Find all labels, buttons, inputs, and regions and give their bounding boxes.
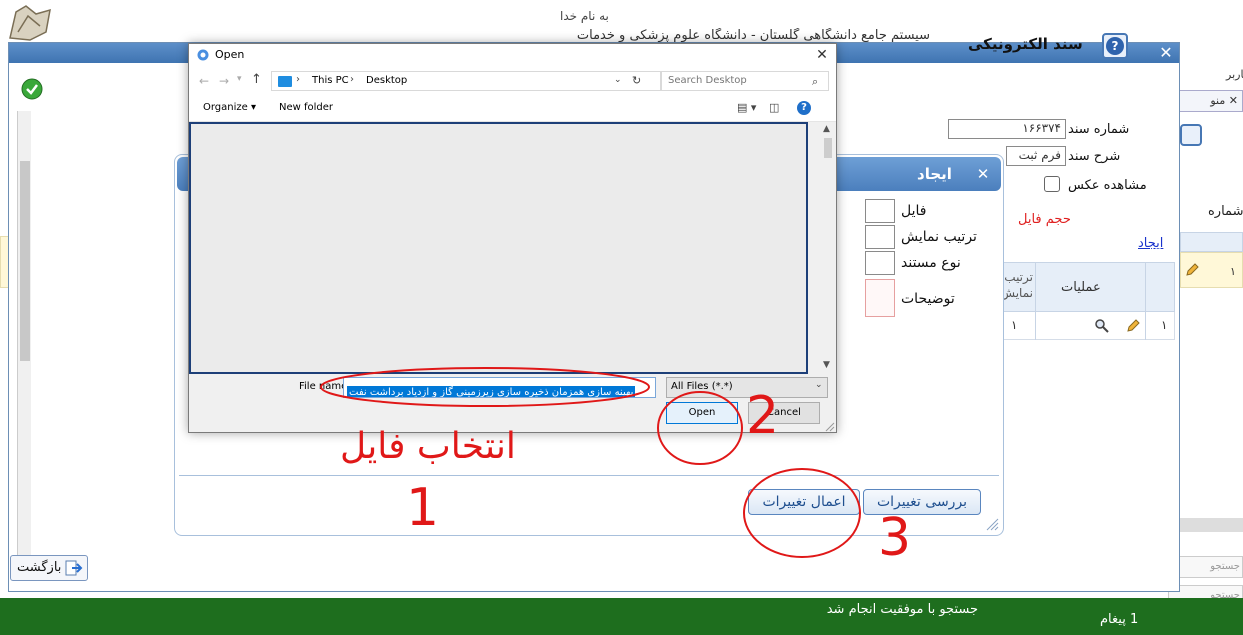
close-icon[interactable]: ✕ — [1157, 44, 1175, 62]
close-icon[interactable]: ✕ — [973, 164, 993, 184]
annotation-step-2: 2 — [746, 386, 780, 446]
university-logo-icon — [9, 5, 51, 41]
forward-arrow-icon[interactable]: → — [219, 74, 229, 88]
table-header: ترتیب نمایش عملیات — [990, 262, 1175, 312]
document-type-field[interactable] — [865, 251, 895, 275]
history-chevron-icon[interactable]: ▾ — [237, 74, 242, 84]
search-placeholder: Search Desktop — [668, 75, 747, 86]
file-name-value: بهینه سازی همزمان ذخیره سازی زیرزمینی گا… — [347, 386, 636, 398]
scroll-up-icon[interactable]: ▲ — [823, 124, 830, 134]
preview-pane-icon[interactable]: ◫ — [769, 101, 779, 114]
doc-number-field[interactable]: ١۶۶٣٧۴ — [948, 119, 1066, 139]
breadcrumb-desktop[interactable]: Desktop — [366, 75, 407, 86]
resize-grip-icon[interactable] — [825, 422, 835, 432]
help-icon[interactable] — [1180, 124, 1202, 146]
view-magnifier-icon[interactable] — [1094, 318, 1110, 334]
user-label: کاربر — [1226, 68, 1243, 81]
search-input[interactable]: Search Desktop ⌕ — [661, 71, 829, 91]
message-count[interactable]: 1 پیغام — [1100, 612, 1138, 627]
description-label: توضیحات — [901, 291, 955, 307]
resize-grip-icon[interactable] — [985, 517, 999, 531]
path-separator-icon: › — [350, 74, 354, 85]
address-row: ← → ▾ ↑ › This PC › Desktop ⌄ ↻ Search D… — [189, 66, 836, 96]
view-photo-label: مشاهده عکس — [1068, 178, 1147, 193]
open-button[interactable]: Open — [666, 402, 738, 424]
horizontal-scrollbar[interactable] — [1180, 518, 1243, 532]
file-field[interactable] — [865, 199, 895, 223]
file-list[interactable] — [189, 122, 808, 374]
back-button[interactable]: بازگشت — [10, 555, 88, 581]
number-label: شماره — [1208, 204, 1243, 219]
grid-header — [1180, 232, 1243, 252]
dialog-toolbar: Organize ▾ New folder ▤ ▾ ◫ ? — [189, 96, 836, 122]
table-row[interactable]: ١ ١ — [990, 312, 1175, 340]
column-divider — [1035, 262, 1036, 340]
pc-icon — [278, 76, 292, 87]
col-operations-header: عملیات — [1061, 280, 1101, 295]
success-check-icon — [21, 78, 43, 100]
path-separator-icon: › — [296, 74, 300, 85]
row-order-value: ١ — [1011, 318, 1018, 332]
file-type-value: All Files (*.*) — [671, 381, 733, 392]
edit-pencil-icon[interactable] — [1184, 262, 1200, 278]
file-label: فایل — [901, 203, 927, 219]
up-arrow-icon[interactable]: ↑ — [251, 72, 262, 87]
scrollbar-thumb[interactable] — [824, 138, 832, 158]
view-photo-checkbox[interactable] — [1044, 176, 1060, 192]
display-order-label: ترتیب نمایش — [901, 229, 977, 245]
address-bar[interactable]: › This PC › Desktop ⌄ ↻ — [271, 71, 661, 91]
views-icon[interactable]: ▤ ▾ — [737, 101, 756, 114]
attachments-table: ترتیب نمایش عملیات ١ ١ — [990, 262, 1175, 342]
row-index: ١ — [1230, 265, 1236, 278]
doc-number-label: شماره سند — [1068, 122, 1130, 137]
document-type-label: نوع مستند — [901, 255, 961, 271]
display-order-field[interactable] — [865, 225, 895, 249]
chevron-down-icon: ⌄ — [815, 380, 823, 390]
menu-tab-label: منو — [1210, 94, 1226, 107]
dialog-titlebar: Open ✕ — [189, 44, 836, 66]
scroll-down-icon[interactable]: ▼ — [823, 360, 830, 370]
chevron-down-icon[interactable]: ⌄ — [614, 75, 622, 85]
chrome-app-icon — [197, 49, 209, 61]
page-title: سند الکترونیکی — [968, 35, 1083, 53]
system-subtitle: سیستم جامع دانشگاهی گلستان - دانشگاه علو… — [576, 28, 930, 42]
bismillah-text: به نام خدا — [560, 9, 609, 23]
vertical-scrollbar[interactable] — [17, 111, 31, 581]
annotation-step-3: 3 — [878, 508, 912, 568]
row-index: ١ — [1161, 318, 1168, 332]
status-message: جستجو با موفقیت انجام شد — [826, 602, 978, 617]
create-link[interactable]: ایجاد — [1138, 236, 1163, 251]
open-file-dialog: Open ✕ ← → ▾ ↑ › This PC › Desktop ⌄ ↻ S… — [188, 43, 837, 433]
create-dialog-title: ایجاد — [917, 165, 952, 183]
column-divider — [1145, 262, 1146, 340]
refresh-icon[interactable]: ↻ — [632, 74, 641, 87]
footer-divider — [179, 475, 999, 476]
search-icon: ⌕ — [812, 75, 819, 88]
doc-desc-label: شرح سند — [1068, 149, 1121, 164]
new-folder-button[interactable]: New folder — [279, 102, 333, 113]
status-bar: جستجو با موفقیت انجام شد 1 پیغام — [0, 598, 1243, 635]
annotation-step-1: 1 — [406, 478, 440, 538]
back-arrow-icon — [65, 560, 83, 576]
file-size-label: حجم فایل — [1018, 212, 1071, 227]
back-arrow-icon[interactable]: ← — [199, 74, 209, 88]
doc-desc-field[interactable]: فرم ثبت — [1006, 146, 1066, 166]
back-button-label: بازگشت — [17, 560, 62, 575]
organize-menu[interactable]: Organize ▾ — [203, 102, 256, 113]
help-button[interactable]: ? — [1102, 33, 1128, 59]
dialog-title: Open — [215, 48, 245, 61]
apply-changes-button[interactable]: اعمال تغییرات — [748, 489, 860, 515]
vertical-scrollbar[interactable]: ▲ ▼ — [820, 122, 836, 374]
close-icon[interactable]: ✕ — [813, 46, 831, 64]
edit-pencil-icon[interactable] — [1125, 318, 1141, 334]
question-icon: ? — [1106, 37, 1124, 55]
breadcrumb-this-pc[interactable]: This PC — [312, 75, 349, 86]
file-name-input[interactable]: بهینه سازی همزمان ذخیره سازی زیرزمینی گا… — [343, 377, 656, 398]
annotation-select-file: انتخاب فایل — [340, 426, 516, 467]
help-icon[interactable]: ? — [797, 101, 811, 115]
scrollbar-thumb[interactable] — [20, 161, 30, 361]
description-field[interactable] — [865, 279, 895, 317]
